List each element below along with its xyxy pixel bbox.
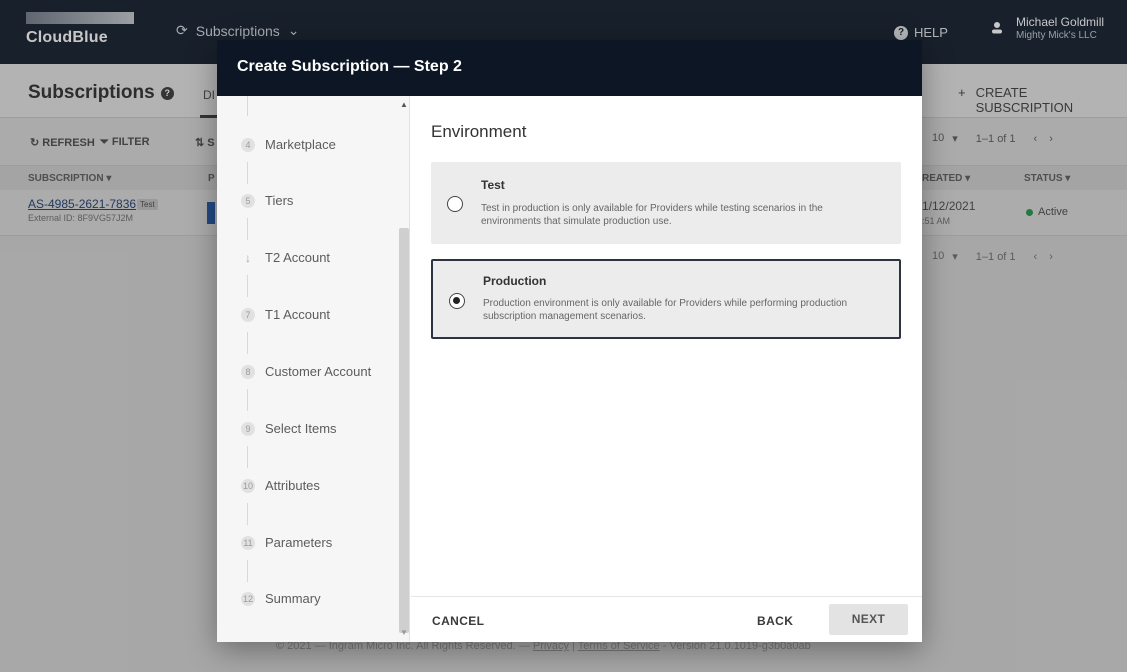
step-number: 7 [241, 307, 255, 322]
step-label: T1 Account [265, 307, 331, 322]
option-description: Test in production is only available for… [481, 203, 823, 227]
step-label: Summary [265, 591, 321, 606]
step-label: Tiers [265, 193, 294, 208]
step-connector [247, 162, 248, 184]
step-label: Attributes [265, 478, 320, 493]
step-number: 10 [241, 478, 255, 493]
step-connector [247, 389, 248, 411]
step-connector [247, 332, 248, 354]
step-connector [247, 275, 248, 297]
scrollbar-thumb[interactable] [399, 228, 409, 633]
step-number: 5 [241, 193, 255, 208]
cancel-button[interactable]: CANCEL [432, 614, 484, 628]
step-summary[interactable]: 12 Summary [241, 591, 321, 606]
step-connector [247, 560, 248, 582]
wizard-steps: 4 Marketplace 5 Tiers ↓ T2 Account 7 T1 … [217, 96, 410, 642]
radio-production[interactable] [449, 293, 465, 309]
arrow-down-icon: ↓ [245, 250, 251, 265]
dialog-header: Create Subscription — Step 2 [217, 40, 922, 96]
step-tiers[interactable]: 5 Tiers [241, 193, 293, 208]
step-attributes[interactable]: 10 Attributes [241, 478, 320, 493]
option-test[interactable]: Test Test in production is only availabl… [431, 162, 901, 244]
step-number: 8 [241, 364, 255, 379]
step-label: Select Items [265, 421, 337, 436]
step-parameters[interactable]: 11 Parameters [241, 535, 332, 550]
option-title: Test [481, 178, 505, 192]
step-connector [247, 218, 248, 240]
dialog-content: Environment Test Test in production is o… [411, 96, 922, 642]
back-button[interactable]: BACK [757, 614, 793, 628]
step-connector [247, 503, 248, 525]
step-label: Parameters [265, 535, 333, 550]
next-button[interactable]: NEXT [829, 604, 908, 635]
option-production[interactable]: Production Production environment is onl… [431, 259, 901, 339]
create-subscription-dialog: Create Subscription — Step 2 4 Marketpla… [217, 40, 922, 642]
environment-heading: Environment [431, 122, 527, 141]
step-marketplace[interactable]: 4 Marketplace [241, 137, 336, 152]
option-description: Production environment is only available… [483, 298, 848, 322]
step-t1-account[interactable]: 7 T1 Account [241, 307, 330, 322]
step-number: 9 [241, 421, 255, 436]
step-label: Customer Account [265, 364, 372, 379]
step-connector [247, 446, 248, 468]
step-connector [247, 96, 248, 116]
step-number: 12 [241, 591, 255, 606]
radio-test[interactable] [447, 196, 463, 212]
dialog-title: Create Subscription — Step 2 [237, 58, 462, 75]
step-t2-account[interactable]: ↓ T2 Account [241, 250, 330, 265]
dialog-actions: CANCEL BACK NEXT [411, 596, 922, 642]
step-label: T2 Account [265, 250, 331, 265]
step-label: Marketplace [265, 137, 336, 152]
step-customer-account[interactable]: 8 Customer Account [241, 364, 371, 379]
scroll-down-icon[interactable]: ▼ [400, 628, 408, 637]
step-number: 4 [241, 137, 255, 152]
option-title: Production [483, 274, 547, 288]
step-number: 11 [241, 535, 255, 550]
steps-scrollbar[interactable]: ▲ ▼ [398, 96, 409, 642]
step-select-items[interactable]: 9 Select Items [241, 421, 337, 436]
scroll-up-icon[interactable]: ▲ [400, 100, 408, 109]
